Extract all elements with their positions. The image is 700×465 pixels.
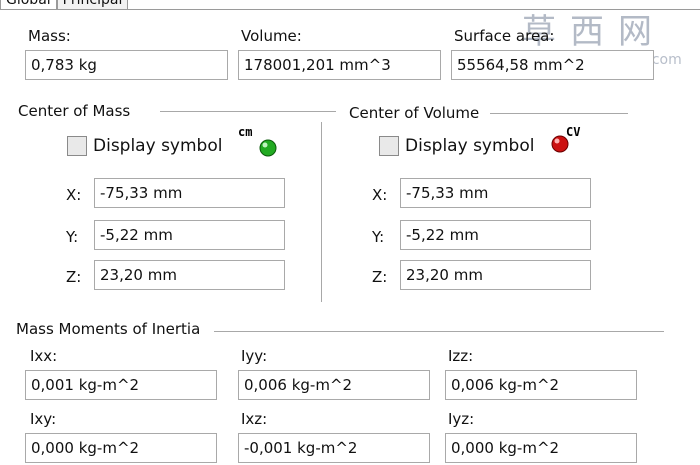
iyy-field[interactable]: 0,006 kg-m^2: [238, 370, 430, 400]
surface-area-field[interactable]: 55564,58 mm^2: [451, 50, 654, 80]
com-display-symbol-label[interactable]: Display symbol: [93, 136, 222, 156]
inertia-group-line: [214, 331, 664, 332]
tab-global[interactable]: Global: [0, 0, 57, 9]
izz-field[interactable]: 0,006 kg-m^2: [445, 370, 637, 400]
com-icon-text: cm: [238, 125, 252, 139]
cov-x-label: X:: [372, 186, 388, 204]
mass-moments-of-inertia-title: Mass Moments of Inertia: [16, 320, 205, 338]
group-divider: [321, 122, 322, 302]
com-z-label: Z:: [66, 268, 82, 286]
cov-display-symbol-checkbox[interactable]: [379, 136, 399, 156]
mass-label: Mass:: [28, 27, 71, 45]
ixz-field[interactable]: -0,001 kg-m^2: [238, 433, 430, 463]
ixy-field[interactable]: 0,000 kg-m^2: [25, 433, 217, 463]
com-z-field[interactable]: 23,20 mm: [94, 260, 285, 290]
com-y-field[interactable]: -5,22 mm: [94, 220, 285, 250]
ixy-label: Ixy:: [30, 410, 57, 428]
mass-field[interactable]: 0,783 kg: [25, 50, 228, 80]
volume-field[interactable]: 178001,201 mm^3: [238, 50, 441, 80]
cov-group-line: [490, 113, 628, 114]
surface-area-label: Surface area:: [454, 27, 555, 45]
com-group-line: [160, 111, 336, 112]
cov-y-label: Y:: [372, 228, 385, 246]
cov-x-field[interactable]: -75,33 mm: [400, 178, 591, 208]
cov-icon-text: CV: [566, 125, 580, 139]
cov-z-field[interactable]: 23,20 mm: [400, 260, 591, 290]
ixz-label: Ixz:: [241, 410, 268, 428]
izz-label: Izz:: [448, 347, 474, 365]
cov-z-label: Z:: [372, 268, 388, 286]
iyz-label: Iyz:: [448, 410, 475, 428]
com-y-label: Y:: [66, 228, 79, 246]
volume-label: Volume:: [241, 27, 302, 45]
center-of-mass-icon: cm: [238, 125, 277, 157]
cov-y-field[interactable]: -5,22 mm: [400, 220, 591, 250]
com-x-field[interactable]: -75,33 mm: [94, 178, 285, 208]
tab-principal[interactable]: Principal: [56, 0, 129, 9]
ixx-field[interactable]: 0,001 kg-m^2: [25, 370, 217, 400]
center-of-volume-icon: CV: [551, 125, 580, 153]
ixx-label: Ixx:: [30, 347, 58, 365]
iyy-label: Iyy:: [241, 347, 268, 365]
iyz-field[interactable]: 0,000 kg-m^2: [445, 433, 637, 463]
center-of-volume-title: Center of Volume: [349, 104, 484, 122]
com-display-symbol-checkbox[interactable]: [67, 136, 87, 156]
com-x-label: X:: [66, 186, 82, 204]
center-of-mass-title: Center of Mass: [18, 102, 135, 120]
cov-display-symbol-label[interactable]: Display symbol: [405, 136, 534, 156]
